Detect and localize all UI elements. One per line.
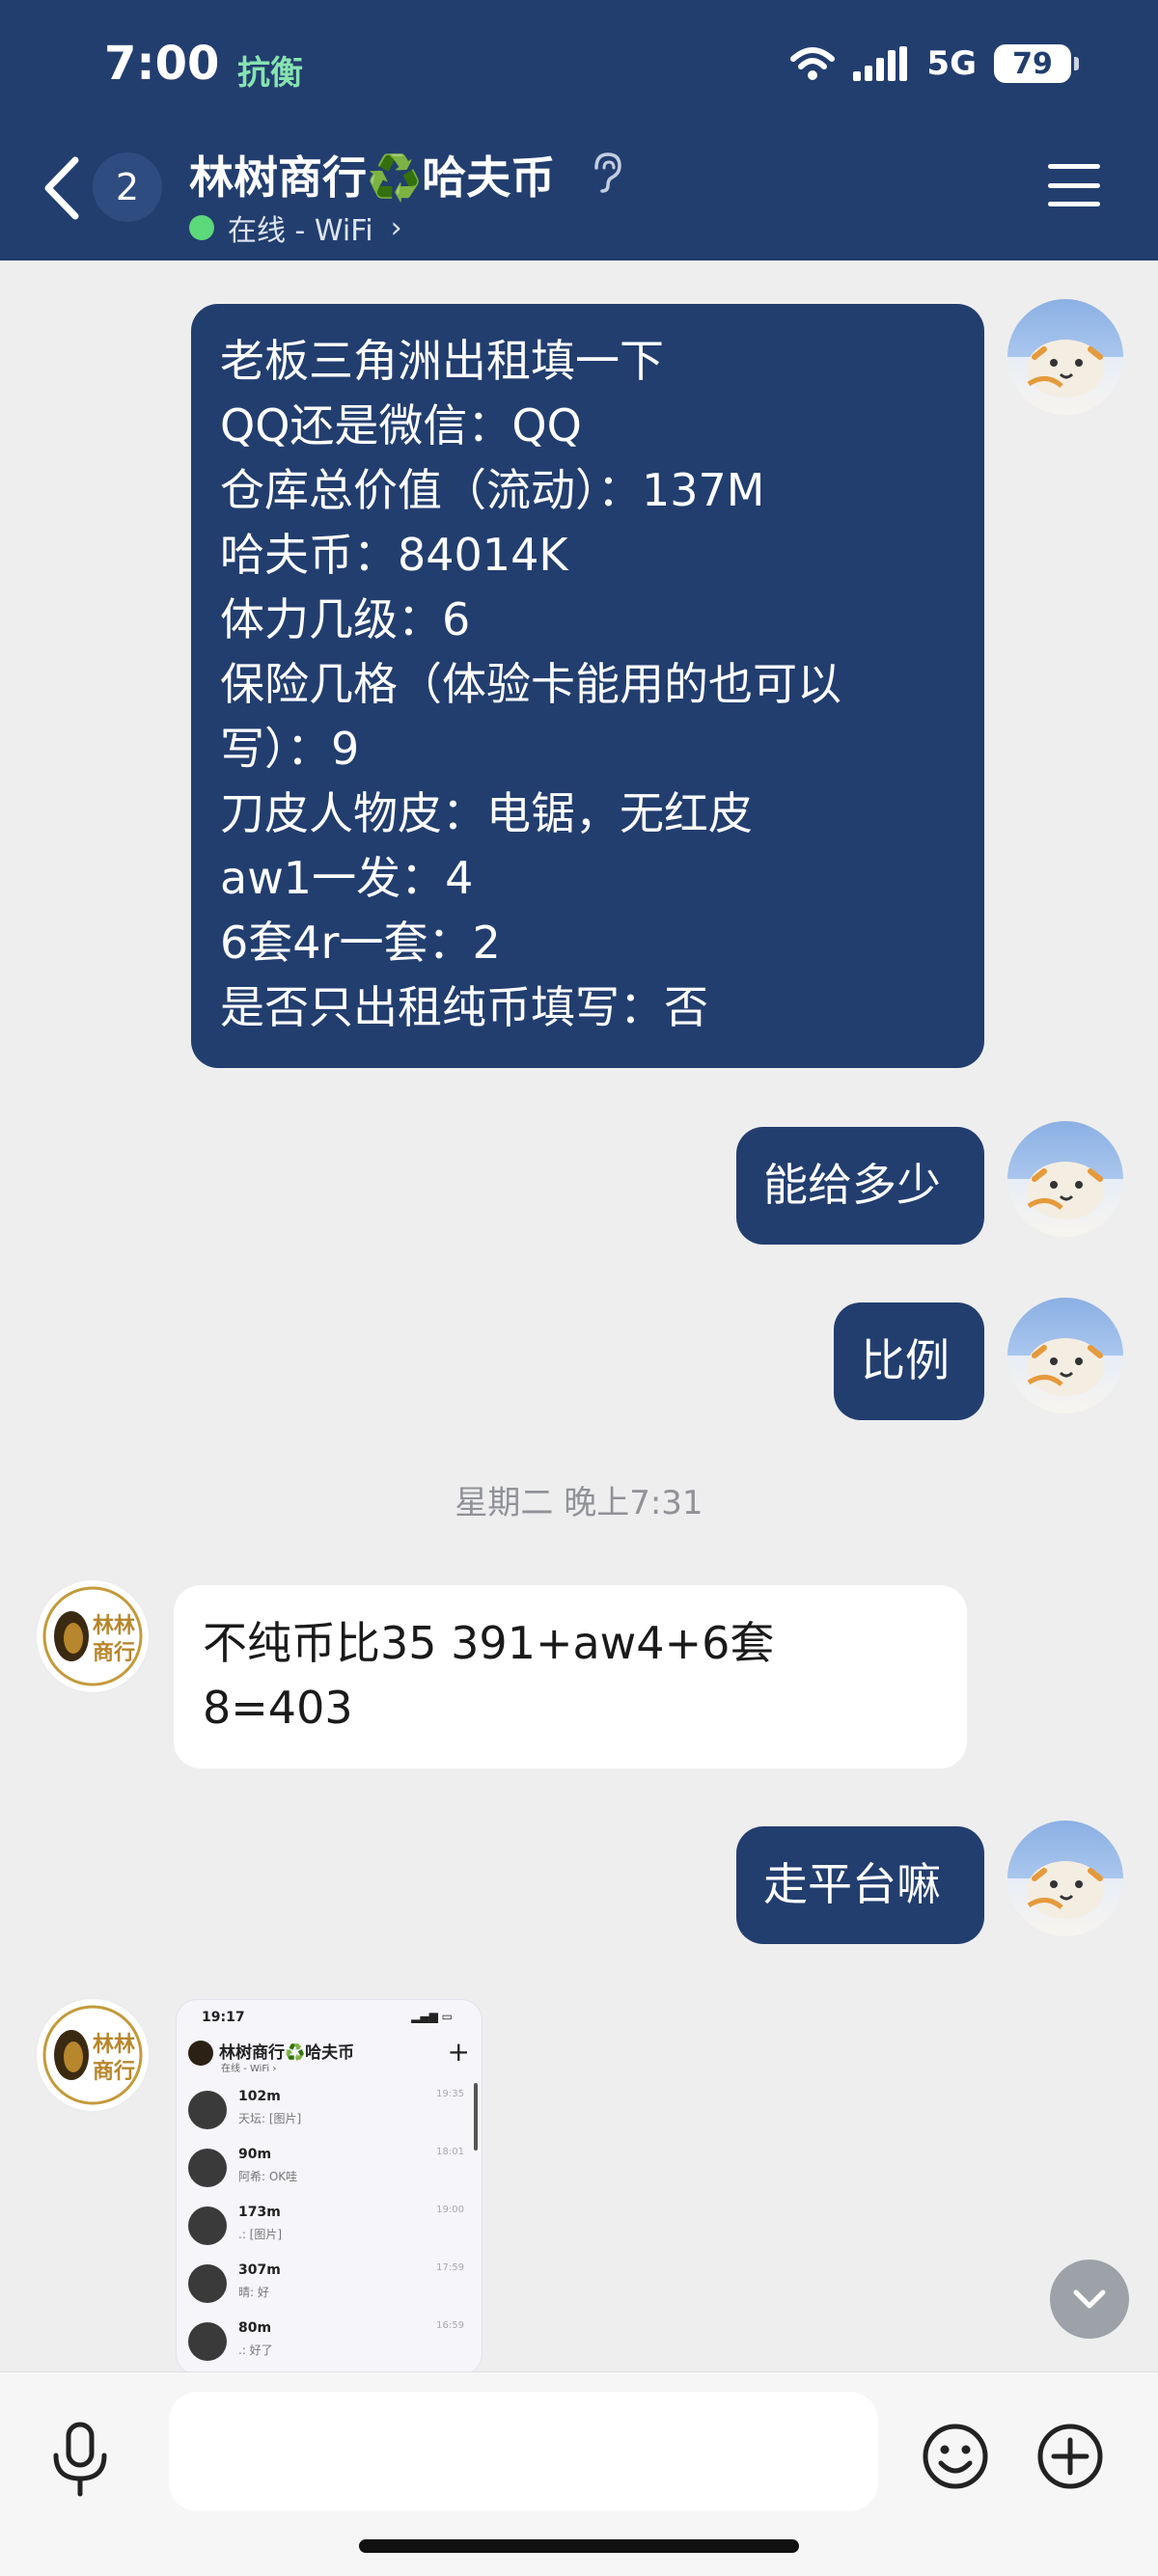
thumb-scrollbar bbox=[474, 2083, 478, 2151]
thumb-item-preview: .: [图片] bbox=[238, 2228, 283, 2241]
chat-header: 7:00 抗衡 5G 79 2 林树商行♻️哈夫币 在线 - WiFi › bbox=[0, 0, 1158, 260]
lion-logo-icon: 林林 商行 bbox=[42, 2005, 143, 2105]
chevron-right-icon: › bbox=[390, 210, 402, 245]
message-line: 比例 bbox=[861, 1334, 950, 1386]
tiger-avatar-icon bbox=[1027, 340, 1104, 397]
thumb-item-time: 18:01 bbox=[436, 2147, 464, 2157]
status-indicators: 5G 79 bbox=[789, 44, 1079, 83]
add-attachment-icon[interactable] bbox=[1036, 2423, 1104, 2490]
message-line: 老板三角洲出租填一下 bbox=[220, 335, 664, 387]
thumb-list-item: 307m 晴: 好 17:59 bbox=[188, 2261, 468, 2311]
online-dot-icon bbox=[189, 215, 214, 240]
message-bubble[interactable]: 老板三角洲出租填一下 QQ还是微信：QQ 仓库总价值（流动）：137M 哈夫币：… bbox=[191, 304, 984, 1068]
self-avatar[interactable] bbox=[1007, 1298, 1123, 1413]
message-line: 保险几格（体验卡能用的也可以 bbox=[220, 658, 841, 710]
lion-logo-icon: 林林 商行 bbox=[42, 1586, 143, 1686]
message-bubble[interactable]: 比例 bbox=[834, 1302, 984, 1420]
message-bubble[interactable]: 能给多少 bbox=[736, 1127, 984, 1245]
thumb-status-icons: ▂▄▆ ▭ bbox=[411, 2010, 453, 2023]
thumb-item-preview: 阿希: OK哇 bbox=[238, 2170, 298, 2183]
message-bubble[interactable]: 不纯币比35 391+aw4+6套 8=403 bbox=[174, 1585, 967, 1768]
message-line: aw1一发：4 bbox=[220, 852, 474, 904]
chevron-down-icon bbox=[1073, 2289, 1106, 2309]
message-line: 不纯币比35 391+aw4+6套 bbox=[203, 1617, 775, 1669]
message-input[interactable] bbox=[169, 2392, 878, 2511]
thumb-item-title: 307m bbox=[238, 2262, 281, 2278]
ear-icon[interactable] bbox=[587, 151, 625, 193]
message-line: 写）：9 bbox=[220, 723, 360, 775]
microphone-icon[interactable] bbox=[46, 2421, 114, 2498]
thumb-item-preview: 天坛: [图片] bbox=[238, 2112, 302, 2125]
self-avatar[interactable] bbox=[1007, 1121, 1123, 1237]
message-line: 8=403 bbox=[203, 1682, 353, 1734]
thumb-avatar-icon bbox=[188, 2322, 227, 2361]
thumb-status-time: 19:17 bbox=[202, 2010, 245, 2025]
thumb-header: 林树商行♻️哈夫币 在线 - WiFi › + bbox=[177, 2031, 482, 2081]
thumb-avatar-icon bbox=[188, 2264, 227, 2303]
wifi-icon bbox=[790, 47, 836, 80]
thumb-item-preview: .: 好了 bbox=[238, 2343, 273, 2357]
thumb-item-preview: 晴: 好 bbox=[238, 2286, 269, 2299]
message-line: QQ还是微信：QQ bbox=[220, 399, 582, 452]
message-line: 6套4r一套：2 bbox=[220, 917, 501, 969]
status-carrier-tag: 抗衡 bbox=[237, 54, 303, 93]
thumb-item-title: 90m bbox=[238, 2147, 272, 2162]
thumb-avatar-icon bbox=[188, 2091, 227, 2129]
battery-indicator: 79 bbox=[994, 44, 1079, 83]
status-time: 7:00 bbox=[104, 37, 220, 91]
home-indicator bbox=[359, 2539, 799, 2553]
thumb-subtitle: 在线 - WiFi › bbox=[221, 2064, 277, 2074]
message-line: 走平台嘛 bbox=[763, 1858, 941, 1910]
thumb-list-item: 90m 阿希: OK哇 18:01 bbox=[188, 2145, 468, 2195]
signal-icon bbox=[853, 46, 908, 81]
shared-image-message[interactable]: 19:17 ▂▄▆ ▭ 林树商行♻️哈夫币 在线 - WiFi › + 102m… bbox=[176, 1999, 482, 2375]
thumb-item-title: 173m bbox=[238, 2205, 281, 2220]
thumb-avatar-icon bbox=[188, 2206, 227, 2245]
thumb-item-title: 102m bbox=[238, 2089, 281, 2104]
emoji-icon[interactable] bbox=[922, 2423, 989, 2490]
chat-title[interactable]: 林树商行♻️哈夫币 bbox=[189, 143, 555, 206]
contact-avatar[interactable]: 林林 商行 bbox=[35, 1578, 151, 1694]
svg-text:商行: 商行 bbox=[93, 2059, 135, 2084]
thumb-list-item: 80m .: 好了 16:59 bbox=[188, 2318, 468, 2369]
presence-status[interactable]: 在线 - WiFi › bbox=[189, 206, 402, 249]
message-line: 是否只出租纯币填写：否 bbox=[220, 981, 708, 1033]
thumb-item-time: 17:59 bbox=[436, 2262, 464, 2273]
tiger-avatar-icon bbox=[1027, 1162, 1104, 1219]
svg-text:林林: 林林 bbox=[93, 1613, 135, 1638]
network-type: 5G bbox=[926, 44, 977, 83]
self-avatar[interactable] bbox=[1007, 1821, 1123, 1936]
thumb-item-time: 16:59 bbox=[436, 2320, 464, 2331]
self-avatar[interactable] bbox=[1007, 299, 1123, 415]
message-line: 刀皮人物皮：电锯，无红皮 bbox=[220, 787, 753, 839]
thumb-item-time: 19:35 bbox=[436, 2089, 464, 2099]
thumb-item-title: 80m bbox=[238, 2320, 272, 2336]
tiger-avatar-icon bbox=[1027, 1861, 1104, 1919]
thumb-plus-icon: + bbox=[447, 2036, 470, 2068]
timestamp-divider: 星期二 晚上7:31 bbox=[455, 1484, 703, 1522]
thumb-avatar-icon bbox=[188, 2149, 227, 2187]
menu-icon[interactable] bbox=[1048, 164, 1100, 206]
svg-text:商行: 商行 bbox=[93, 1640, 135, 1665]
message-line: 仓库总价值（流动）：137M bbox=[220, 464, 765, 516]
unread-count-badge[interactable]: 2 bbox=[93, 152, 162, 222]
back-icon[interactable] bbox=[39, 154, 87, 222]
thumb-logo-icon bbox=[188, 2041, 213, 2066]
presence-text: 在线 - WiFi bbox=[228, 214, 373, 248]
message-line: 能给多少 bbox=[763, 1159, 941, 1211]
message-line: 哈夫币：84014K bbox=[220, 529, 568, 581]
scroll-to-bottom-button[interactable] bbox=[1050, 2260, 1129, 2339]
svg-text:林林: 林林 bbox=[93, 2032, 135, 2057]
tiger-avatar-icon bbox=[1027, 1338, 1104, 1396]
message-line: 体力几级：6 bbox=[220, 593, 471, 645]
thumb-list-item: 173m .: [图片] 19:00 bbox=[188, 2203, 468, 2253]
contact-avatar[interactable]: 林林 商行 bbox=[35, 1997, 151, 2113]
thumb-item-time: 19:00 bbox=[436, 2205, 464, 2215]
thumb-list-item: 102m 天坛: [图片] 19:35 bbox=[188, 2087, 468, 2137]
message-bubble[interactable]: 走平台嘛 bbox=[736, 1826, 984, 1944]
